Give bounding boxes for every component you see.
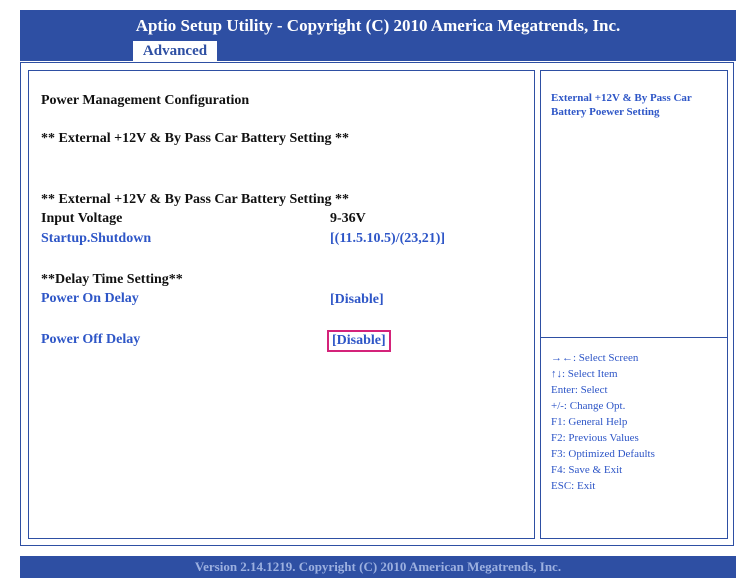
group-title-external: ** External +12V & By Pass Car Battery S…: [41, 131, 350, 146]
key-change-opt: +/-: Change Opt.: [551, 400, 626, 412]
tab-advanced[interactable]: Advanced: [133, 41, 217, 61]
tab-bar: Advanced: [20, 41, 736, 61]
setup-panel: Power Management Configuration ** Extern…: [20, 62, 734, 546]
group-title-voltage: ** External +12V & By Pass Car Battery S…: [41, 192, 350, 207]
key-legend: →←: Select Screen ↑↓: Select Item Enter:…: [540, 337, 728, 539]
startup-shutdown-label[interactable]: Startup.Shutdown: [41, 231, 151, 247]
footer-bar: Version 2.14.1219. Copyright (C) 2010 Am…: [20, 556, 736, 578]
key-save-exit: F4: Save & Exit: [551, 464, 623, 476]
key-select-item: ↑↓: Select Item: [551, 368, 618, 380]
settings-pane: Power Management Configuration ** Extern…: [28, 70, 535, 539]
external-power-value[interactable]: [Turn On Both]: [330, 150, 424, 166]
key-general-help: F1: General Help: [551, 416, 628, 428]
power-on-delay-value[interactable]: [Disable]: [330, 292, 384, 308]
section-title: Power Management Configuration: [41, 93, 250, 108]
help-pane: External +12V & By Pass Car Battery Poew…: [540, 70, 728, 338]
title-bar: Aptio Setup Utility - Copyright (C) 2010…: [20, 10, 736, 41]
title-text: Aptio Setup Utility - Copyright (C) 2010…: [135, 15, 621, 35]
input-voltage-value: 9-36V: [330, 211, 366, 226]
startup-shutdown-value[interactable]: [(11.5.10.5)/(23,21)]: [330, 231, 445, 247]
input-voltage-label: Input Voltage: [41, 211, 123, 226]
power-on-delay-label[interactable]: Power On Delay: [41, 291, 139, 307]
power-off-delay-value[interactable]: [Disable]: [327, 330, 391, 352]
key-previous-values: F2: Previous Values: [551, 432, 639, 444]
key-select-screen: →←: Select Screen: [551, 352, 639, 364]
power-off-delay-label[interactable]: Power Off Delay: [41, 332, 140, 348]
external-power-label[interactable]: External Power: [41, 150, 135, 166]
key-optimized-defaults: F3: Optimized Defaults: [551, 448, 655, 460]
key-esc-exit: ESC: Exit: [551, 480, 596, 492]
help-text: External +12V & By Pass Car Battery Poew…: [551, 92, 692, 118]
version-text: Version 2.14.1219. Copyright (C) 2010 Am…: [194, 559, 562, 574]
key-list: →←: Select Screen ↑↓: Select Item Enter:…: [551, 350, 721, 494]
group-title-delay: **Delay Time Setting**: [41, 272, 183, 287]
key-enter-select: Enter: Select: [551, 384, 608, 396]
